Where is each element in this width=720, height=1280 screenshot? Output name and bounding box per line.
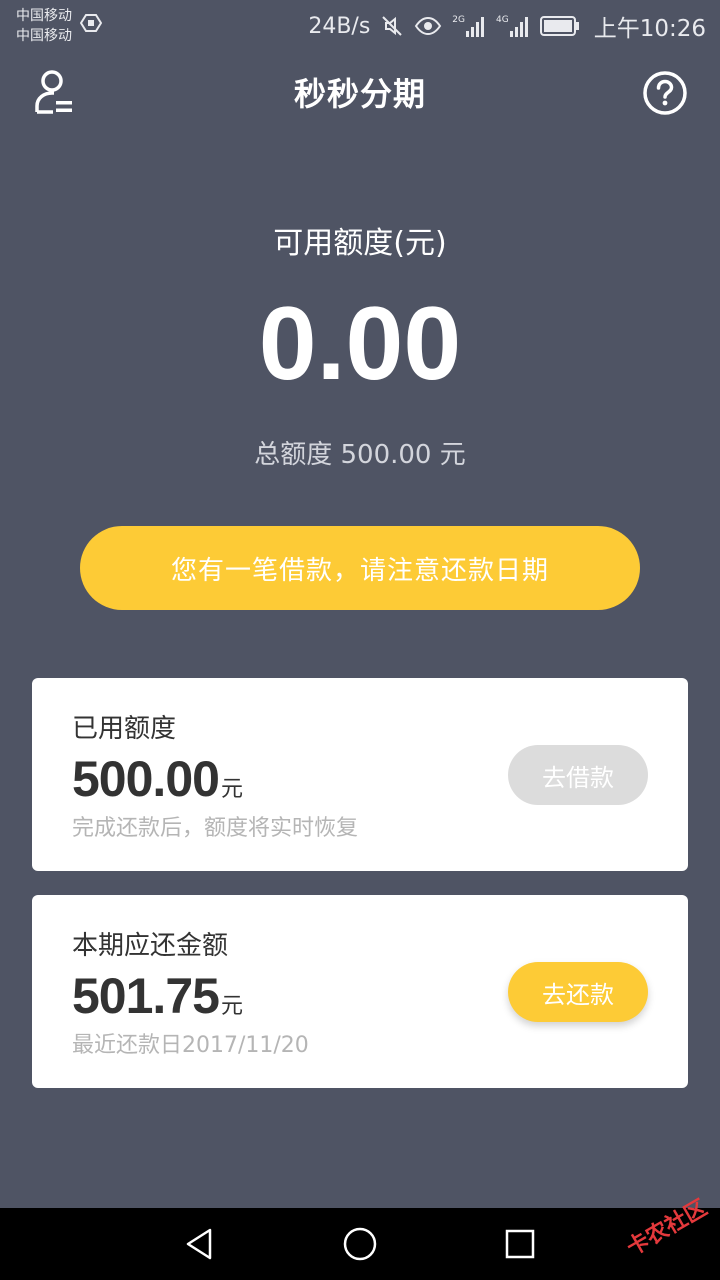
due-amount: 501.75 [72, 968, 220, 1024]
carrier-info: 中国移动 中国移动 [16, 6, 103, 46]
due-amount-row: 501.75 元 [72, 967, 243, 1025]
used-credit-unit: 元 [220, 777, 243, 802]
used-credit-amount: 500.00 [72, 751, 220, 807]
notification-badge-icon [79, 12, 103, 40]
carrier-1-label: 中国移动 [16, 8, 72, 24]
help-icon [643, 71, 687, 115]
user-profile-icon [35, 70, 72, 114]
available-credit-amount: 0.00 [258, 286, 462, 402]
eye-comfort-icon [414, 15, 442, 37]
back-button[interactable] [182, 1226, 218, 1262]
used-credit-label: 已用额度 [72, 714, 177, 744]
due-date-hint: 最近还款日2017/11/20 [72, 1033, 309, 1058]
total-credit-line: 总额度 500.00 元 [254, 440, 466, 470]
recent-apps-icon [505, 1229, 535, 1259]
user-profile-button[interactable] [34, 68, 78, 116]
battery-icon [539, 15, 580, 37]
page-title: 秒秒分期 [293, 75, 426, 113]
back-icon [186, 1228, 212, 1260]
signal-4g-icon: 4G [496, 15, 530, 37]
signal-2-label: 4G [496, 15, 509, 25]
home-button[interactable] [342, 1226, 378, 1262]
used-credit-amount-row: 500.00 元 [72, 750, 243, 808]
help-button[interactable] [642, 70, 688, 116]
signal-2g-icon: 2G [452, 15, 486, 37]
carrier-2-label: 中国移动 [16, 28, 72, 44]
status-indicators: 24B/s 2G 4G 上午10:26 [308, 9, 706, 43]
used-credit-hint: 完成还款后，额度将实时恢复 [72, 816, 359, 841]
available-credit-label: 可用额度(元) [273, 226, 447, 261]
used-credit-card: 已用额度 500.00 元 完成还款后，额度将实时恢复 去借款 [32, 678, 688, 871]
repayment-notice-button[interactable]: 您有一笔借款，请注意还款日期 [80, 526, 640, 610]
signal-1-label: 2G [452, 15, 465, 25]
borrow-button[interactable]: 去借款 [508, 745, 648, 805]
recent-apps-button[interactable] [502, 1226, 538, 1262]
due-amount-card: 本期应还金额 501.75 元 最近还款日2017/11/20 去还款 [32, 895, 688, 1088]
status-bar: 中国移动 中国移动 24B/s 2G 4G 上午10:26 [0, 0, 720, 52]
system-nav-bar [0, 1208, 720, 1280]
due-amount-unit: 元 [220, 994, 243, 1019]
due-amount-label: 本期应还金额 [72, 931, 229, 961]
mute-icon [380, 14, 404, 38]
home-icon [343, 1227, 377, 1261]
clock: 上午10:26 [593, 16, 706, 42]
net-speed: 24B/s [308, 13, 371, 39]
repay-button[interactable]: 去还款 [508, 962, 648, 1022]
app-header: 秒秒分期 [0, 56, 720, 128]
